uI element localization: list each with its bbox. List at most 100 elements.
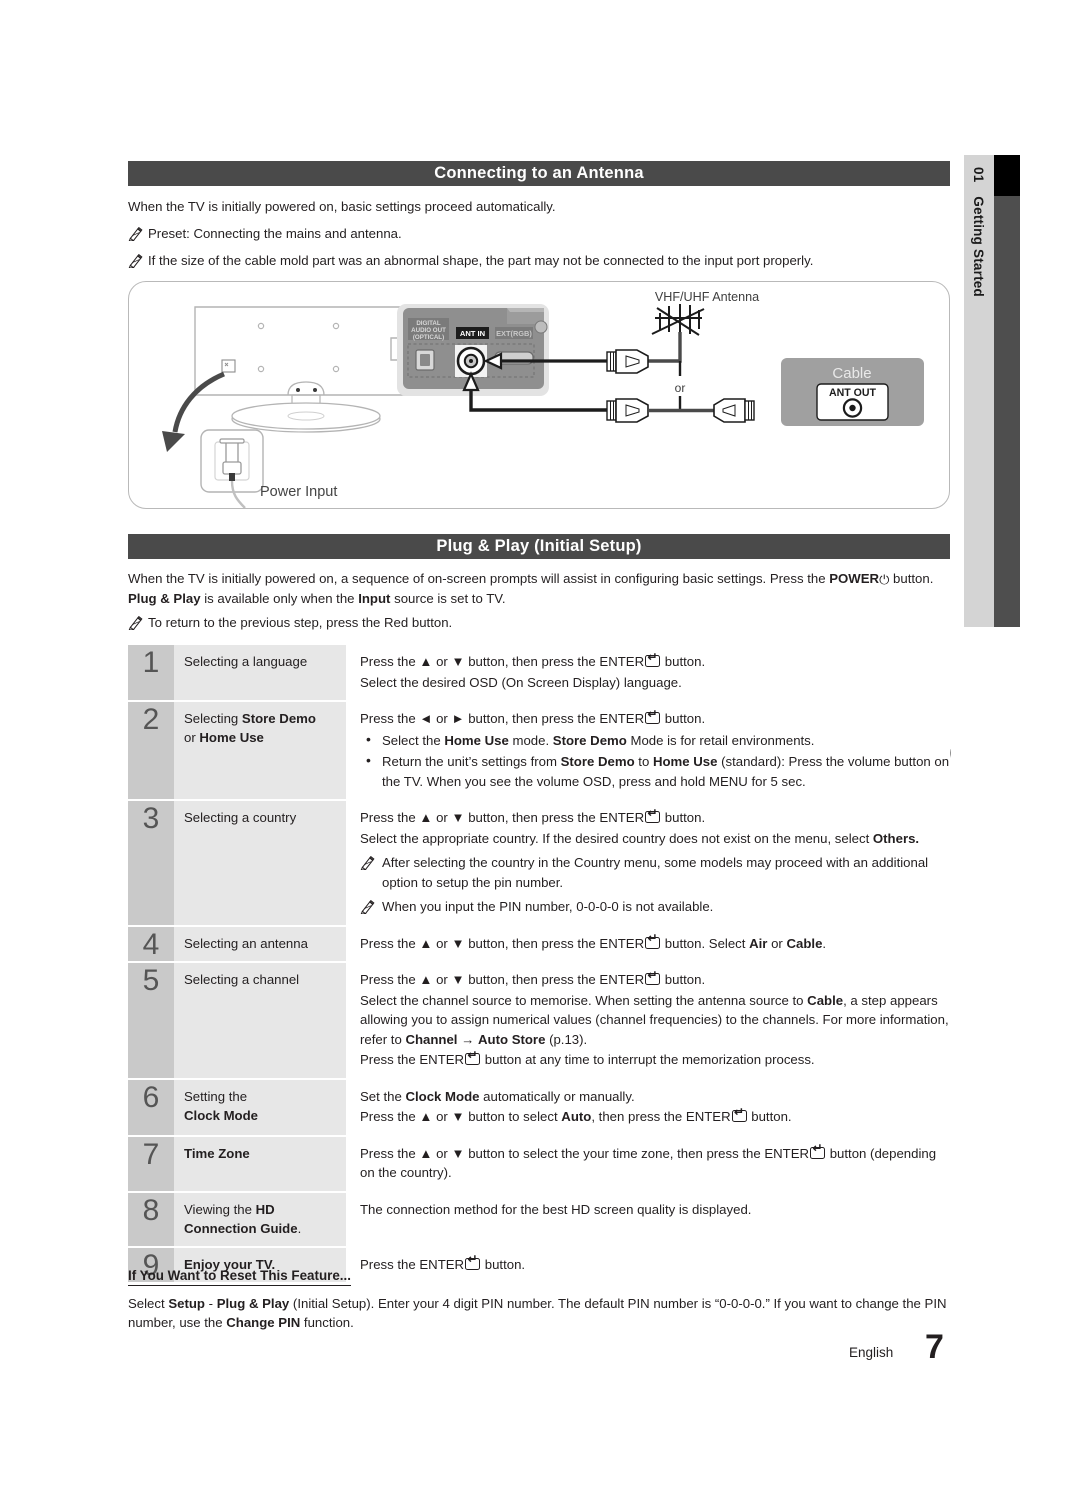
section-title-connecting-antenna: Connecting to an Antenna [128, 161, 950, 186]
pencil-note-icon [128, 226, 143, 242]
step-number: 8 [128, 1192, 174, 1246]
step-number: 4 [128, 926, 174, 961]
enter-key-icon [645, 708, 661, 724]
step-row: 6 Setting the Clock Mode Set the Clock Mode… [128, 1079, 950, 1137]
step-description: Set the Clock Mode automatically or manu… [346, 1079, 950, 1135]
pencil-note-icon [360, 855, 375, 871]
step-description-line: Press the ▲ or ▼ button, then press the … [360, 932, 950, 954]
cable-box: Cable ANT OUT [781, 358, 924, 426]
antenna-intro-paragraph: When the TV is initially powered on, bas… [128, 199, 556, 214]
step-number: 3 [128, 801, 174, 925]
coax-connector-lower-right [713, 398, 755, 423]
side-tab-number: 01 [971, 167, 987, 183]
section-title-text: Connecting to an Antenna [434, 164, 644, 182]
pencil-note-icon [128, 615, 143, 631]
power-symbol-icon: ⏻ [879, 572, 890, 587]
enter-key-icon [645, 969, 661, 985]
enter-key-icon [731, 1106, 747, 1122]
pencil-note-icon [128, 253, 143, 269]
step-description-line: Press the ENTER button. [360, 1253, 950, 1275]
step-label: Setting the Clock Mode [174, 1079, 346, 1135]
step-description: Press the ◄ or ► button, then press the … [346, 702, 950, 799]
plugplay-note-text: To return to the previous step, press th… [148, 615, 453, 630]
enter-key-icon [645, 807, 661, 823]
side-bar-dark-block [994, 196, 1020, 627]
step-label: Selecting a channel [174, 963, 346, 1078]
diagram-svg: Power Input DIGITAL AUDIO OUT (OPTICAL) … [162, 290, 924, 508]
step-bullet-item: Return the unit’s settings from Store De… [360, 751, 950, 791]
plugplay-intro-3: is available only when the [204, 591, 355, 606]
step-label: Selecting an antenna [174, 926, 346, 961]
step-row: 3 Selecting a country Press the ▲ or ▼ but… [128, 801, 950, 927]
section-title-plug-and-play: Plug & Play (Initial Setup) [128, 534, 950, 559]
antenna-icon [651, 304, 705, 336]
step-bullet-item: Select the Home Use mode. Store Demo Mod… [360, 730, 950, 751]
step-number: 5 [128, 963, 174, 1078]
plugplay-intro-1: When the TV is initially powered on, a s… [128, 571, 826, 586]
side-tab-text: 01 Getting Started [964, 155, 994, 627]
plugplay-bold-plugplay: Plug & Play [128, 591, 201, 606]
step-note: When you input the PIN number, 0-0-0-0 i… [360, 897, 950, 917]
step-description: Press the ▲ or ▼ button to select the yo… [346, 1136, 950, 1191]
cable-box-label: Cable [832, 365, 871, 382]
ant-in-label: ANT IN [460, 329, 485, 338]
manual-page: 01 Getting Started Connecting to an Ante… [0, 0, 1080, 1494]
step-label: Time Zone [174, 1136, 346, 1191]
or-label: or [675, 381, 686, 395]
step-row: 8 Viewing the HD Connection Guide. The conn… [128, 1192, 950, 1248]
enter-key-icon [465, 1049, 481, 1065]
plugplay-intro-paragraph: When the TV is initially powered on, a s… [128, 569, 950, 608]
step-description-line: Press the ◄ or ► button, then press the … [360, 708, 950, 729]
step-description-line: Press the ▲ or ▼ button, then press the … [360, 807, 950, 828]
antenna-note-1: Preset: Connecting the mains and antenna… [128, 224, 950, 243]
enter-key-icon [810, 1142, 826, 1159]
ant-out-label: ANT OUT [829, 387, 877, 399]
ext-rgb-label: EXT(RGB) [496, 329, 532, 338]
step-bullet-list: Select the Home Use mode. Store Demo Mod… [360, 730, 950, 792]
step-description: Press the ▲ or ▼ button, then press the … [346, 963, 950, 1078]
enter-key-icon [645, 651, 661, 667]
antenna-note-1-text: Preset: Connecting the mains and antenna… [148, 226, 402, 241]
plugplay-note: To return to the previous step, press th… [128, 613, 950, 632]
step-number: 2 [128, 702, 174, 799]
pencil-note-icon [360, 899, 375, 915]
step-row: 5 Selecting a channel Press the ▲ or ▼ but… [128, 963, 950, 1080]
step-row: 7 Time Zone Press the ▲ or ▼ button to sel… [128, 1136, 950, 1193]
step-row: 2 Selecting Store Demo or Home Use Press th… [128, 702, 950, 801]
vhf-uhf-antenna-label: VHF/UHF Antenna [655, 290, 759, 304]
footer-page-number: 7 [925, 1328, 944, 1366]
step-description: Press the ENTER button. [346, 1247, 950, 1282]
plugplay-intro-4: source is set to TV. [394, 591, 506, 606]
antenna-note-2: If the size of the cable mold part was a… [128, 251, 958, 270]
step-description-line: Press the ▲ or ▼ button, then press the … [360, 651, 950, 672]
step-number: 7 [128, 1136, 174, 1191]
side-tab-label: Getting Started [971, 196, 987, 297]
footer-language: English [849, 1345, 894, 1360]
step-description-line: The connection method for the best HD sc… [360, 1201, 752, 1217]
power-input-label: Power Input [260, 484, 337, 500]
plugplay-power-word: POWER [829, 571, 880, 586]
step-description: Press the ▲ or ▼ button, then press the … [346, 801, 950, 925]
step-number: 6 [128, 1079, 174, 1135]
side-bar-black-block [994, 155, 1020, 196]
step-description-line: Select the desired OSD (On Screen Displa… [360, 674, 682, 690]
step-description-line: Press the ▲ or ▼ button, then press the … [360, 969, 950, 990]
reset-feature-heading: If You Want to Reset This Feature... [128, 1268, 351, 1286]
antenna-note-2-text: If the size of the cable mold part was a… [148, 253, 814, 268]
coax-connector-lower-left [606, 398, 649, 423]
digital-audio-out-label-l3: (OPTICAL) [413, 334, 444, 341]
step-row: 1 Selecting a language Press the ▲ or ▼ bu… [128, 645, 950, 702]
step-label: Selecting a language [174, 645, 346, 700]
reset-feature-body: Select Setup - Plug & Play (Initial Setu… [128, 1296, 947, 1330]
step-note: After selecting the country in the Count… [360, 853, 950, 892]
step-description-line: Press the ENTER button at any time to in… [360, 1049, 950, 1070]
step-label: Selecting Store Demo or Home Use [174, 702, 346, 799]
step-description-line: Press the ▲ or ▼ button to select Auto, … [360, 1106, 950, 1127]
step-description: Press the ▲ or ▼ button, then press the … [346, 645, 950, 700]
plug-and-play-steps-table: 1 Selecting a language Press the ▲ or ▼ bu… [128, 645, 950, 1284]
step-description-line: Select the channel source to memorise. W… [360, 992, 949, 1047]
digital-audio-out-label-l1: DIGITAL [416, 320, 441, 327]
enter-key-icon [645, 932, 661, 949]
step-row: 4 Selecting an antenna Press the ▲ or ▼ bu… [128, 926, 950, 963]
coax-connector-upper [606, 349, 649, 374]
